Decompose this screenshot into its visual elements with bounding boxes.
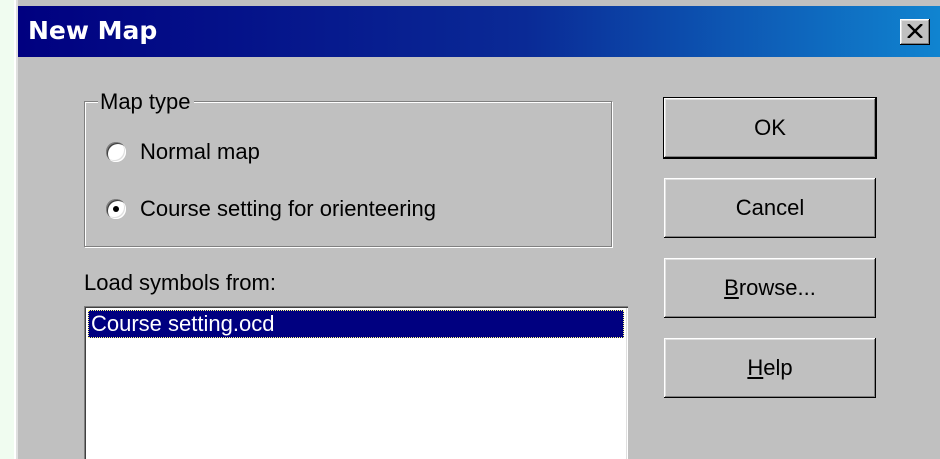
help-button[interactable]: Help [664,338,876,398]
window-title: New Map [28,16,158,45]
browse-button-label: Browse... [724,275,816,301]
radio-course-setting[interactable]: Course setting for orienteering [106,194,436,224]
radio-normal-map[interactable]: Normal map [106,137,260,167]
browse-mnemonic: B [724,275,739,300]
help-button-label: Help [747,355,792,381]
radio-button-course-setting[interactable] [106,199,126,219]
browse-label-rest: rowse... [738,275,816,300]
title-bar[interactable]: New Map [18,6,940,57]
radio-label-course-setting: Course setting for orienteering [140,196,436,221]
radio-label-normal-map: Normal map [140,139,260,164]
cancel-button-label: Cancel [735,195,805,220]
map-type-legend: Map type [98,89,194,115]
new-map-dialog: New Map Map type Normal map Course setti… [14,0,940,459]
browse-button[interactable]: Browse... [664,258,876,318]
ok-button[interactable]: OK [664,98,876,158]
list-item[interactable]: Course setting.ocd [88,310,624,338]
radio-button-normal-map[interactable] [106,142,126,162]
help-label-rest: elp [763,355,793,380]
ok-button-label: OK [754,115,786,140]
symbols-listbox[interactable]: Course setting.ocd [84,306,628,459]
close-icon [907,24,923,38]
help-mnemonic: H [747,355,764,380]
close-button[interactable] [900,19,930,45]
load-symbols-label: Load symbols from: [84,270,276,295]
cancel-button[interactable]: Cancel [664,178,876,238]
map-type-group [84,101,612,247]
radio-selected-dot [113,206,119,212]
